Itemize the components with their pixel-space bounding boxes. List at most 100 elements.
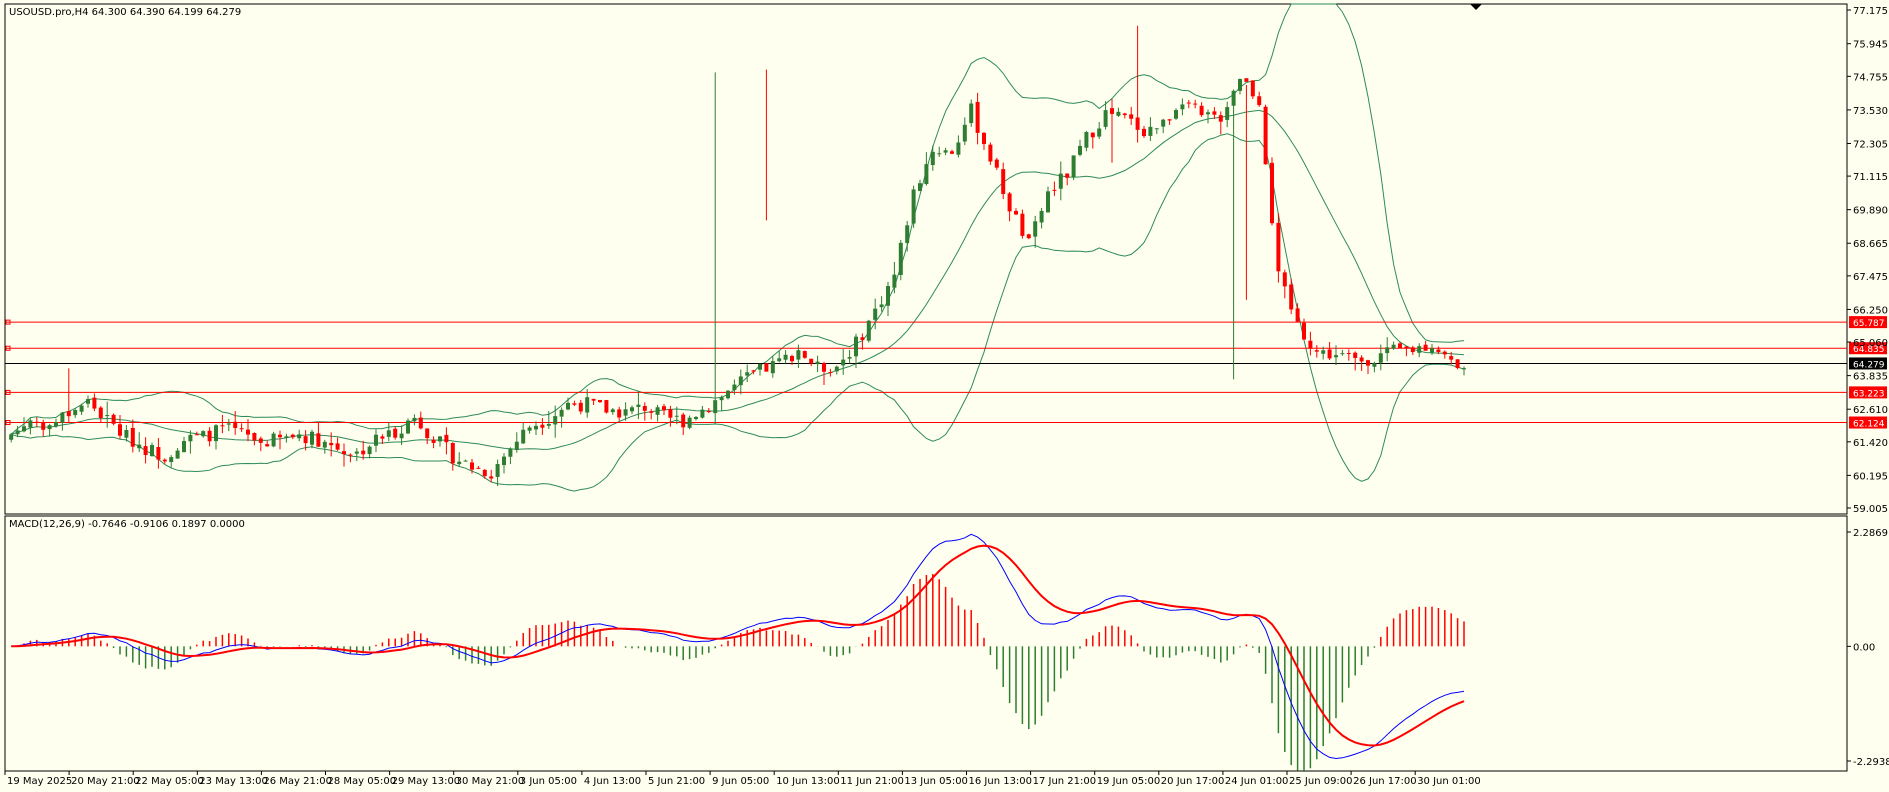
candle-body	[943, 150, 948, 153]
candle-body	[476, 467, 481, 469]
level-label-3: 62.124	[1853, 420, 1885, 430]
candle-body	[284, 436, 289, 438]
candle-body	[886, 286, 890, 306]
candle-body	[226, 423, 231, 425]
candle-body	[604, 400, 609, 413]
candle-body	[1346, 352, 1351, 354]
candle-body	[1148, 126, 1153, 136]
candle-body	[220, 425, 225, 427]
candle-body	[1423, 344, 1428, 351]
time-tick-label: 25 Jun 09:00	[1289, 776, 1353, 787]
candle-body	[566, 402, 570, 410]
candle-body	[502, 456, 506, 466]
candle-body	[118, 424, 122, 436]
candle-body	[1206, 112, 1210, 115]
candle-body	[438, 436, 442, 442]
candle-body	[994, 159, 999, 168]
candle-body	[1129, 114, 1134, 119]
candle-body	[406, 420, 410, 434]
candle-body	[1398, 343, 1402, 349]
candle-body	[1308, 340, 1313, 349]
candle-body	[950, 151, 954, 154]
candle-body	[1238, 79, 1242, 91]
candle-body	[444, 434, 449, 443]
candle-body	[1295, 308, 1300, 322]
chart-background	[0, 0, 1889, 792]
candle-body	[1462, 368, 1466, 370]
candle-body	[156, 446, 161, 460]
candle-body	[239, 428, 244, 430]
candle-body	[316, 433, 321, 447]
time-tick-label: 20 Jun 17:00	[1161, 776, 1225, 787]
candle-body	[34, 421, 39, 423]
candle-body	[111, 414, 116, 424]
candle-body	[553, 416, 558, 425]
candle-body	[1449, 356, 1454, 360]
candle-body	[1071, 155, 1076, 178]
candle-body	[124, 429, 129, 438]
candle-body	[591, 398, 596, 401]
candle-body	[668, 409, 673, 418]
candle-body	[258, 438, 263, 443]
candle-body	[585, 397, 590, 413]
candle-body	[207, 430, 212, 442]
price-tick-label: 72.305	[1853, 139, 1888, 150]
candle-body	[610, 409, 615, 413]
candle-body	[1180, 104, 1185, 110]
candle-body	[578, 402, 583, 412]
candle-body	[790, 356, 794, 362]
candle-body	[508, 448, 513, 457]
price-tick-label: 74.755	[1853, 72, 1888, 83]
time-tick-label: 17 Jun 21:00	[1033, 776, 1097, 787]
price-tick-label: 73.530	[1853, 106, 1888, 117]
price-tick-label: 68.665	[1853, 239, 1888, 250]
candle-body	[342, 451, 346, 455]
candle-body	[1135, 117, 1140, 130]
candle-body	[1014, 210, 1018, 215]
candle-body	[214, 425, 218, 442]
candle-body	[694, 417, 698, 420]
candle-body	[201, 431, 206, 437]
candle-body	[54, 422, 58, 427]
candle-body	[1327, 349, 1332, 359]
candle-body	[546, 423, 551, 426]
candle-body	[719, 397, 724, 401]
candle-body	[1430, 348, 1434, 353]
candle-body	[847, 357, 852, 359]
candle-body	[143, 446, 148, 456]
candle-body	[1359, 357, 1364, 362]
candle-body	[1052, 189, 1057, 191]
trading-chart[interactable]: 65.78764.83563.22362.12464.279 77.17575.…	[0, 0, 1889, 792]
price-tick-label: 75.945	[1853, 40, 1888, 51]
candle-body	[130, 427, 135, 447]
candle-body	[79, 405, 84, 412]
candle-body	[1263, 106, 1268, 165]
time-tick-label: 26 May 21:00	[263, 776, 332, 787]
candle-body	[60, 412, 65, 423]
candle-body	[457, 461, 462, 465]
candle-body	[66, 411, 71, 417]
candle-body	[822, 363, 826, 372]
candle-body	[911, 189, 916, 224]
candle-body	[1161, 119, 1166, 127]
time-tick-label: 11 Jun 21:00	[840, 776, 904, 787]
candle-body	[489, 476, 494, 479]
candle-body	[450, 442, 455, 464]
candle-body	[758, 363, 762, 370]
candle-body	[764, 363, 769, 372]
candle-body	[1442, 351, 1447, 355]
candle-body	[770, 361, 775, 374]
candle-body	[1199, 105, 1204, 116]
candle-body	[674, 415, 679, 417]
candle-body	[713, 400, 718, 414]
candle-body	[1455, 359, 1460, 369]
candle-body	[623, 409, 628, 416]
candle-body	[418, 417, 423, 429]
candle-body	[386, 430, 391, 437]
candle-body	[335, 443, 340, 450]
candle-body	[169, 457, 174, 462]
candle-body	[482, 469, 487, 477]
candle-body	[521, 429, 526, 444]
candle-body	[1302, 322, 1306, 340]
price-tick-label: 77.175	[1853, 6, 1888, 17]
